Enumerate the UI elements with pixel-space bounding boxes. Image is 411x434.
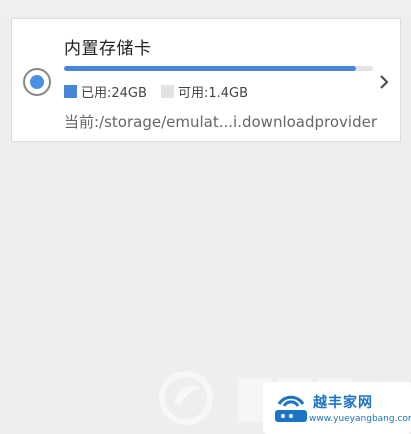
badge-url: www.yueyangbang.com [309,414,411,424]
storage-title: 内置存储卡 [64,39,152,59]
radio-dot [30,75,44,89]
legend-available: 可用:1.4GB [161,82,248,101]
chevron-right-icon[interactable] [374,72,394,92]
storage-usage-fill [64,66,356,71]
legend-used: 已用:24GB [64,82,147,101]
watermark-badge: 越丰家网 www.yueyangbang.com [263,382,411,434]
used-label: 已用:24GB [81,86,147,101]
badge-text: 越丰家网 [313,395,373,411]
available-swatch [161,85,174,98]
current-path: 当前:/storage/emulat...i.downloadprovider [64,113,378,131]
storage-usage-bar [64,66,373,71]
available-label: 可用:1.4GB [178,86,249,101]
radio-selected-icon[interactable] [23,68,51,96]
storage-option-card[interactable]: 内置存储卡 已用:24GB 可用:1.4GB 当前:/storage/emula… [11,18,401,142]
router-icon [275,395,307,422]
used-swatch [64,85,77,98]
top-strip [0,0,411,18]
